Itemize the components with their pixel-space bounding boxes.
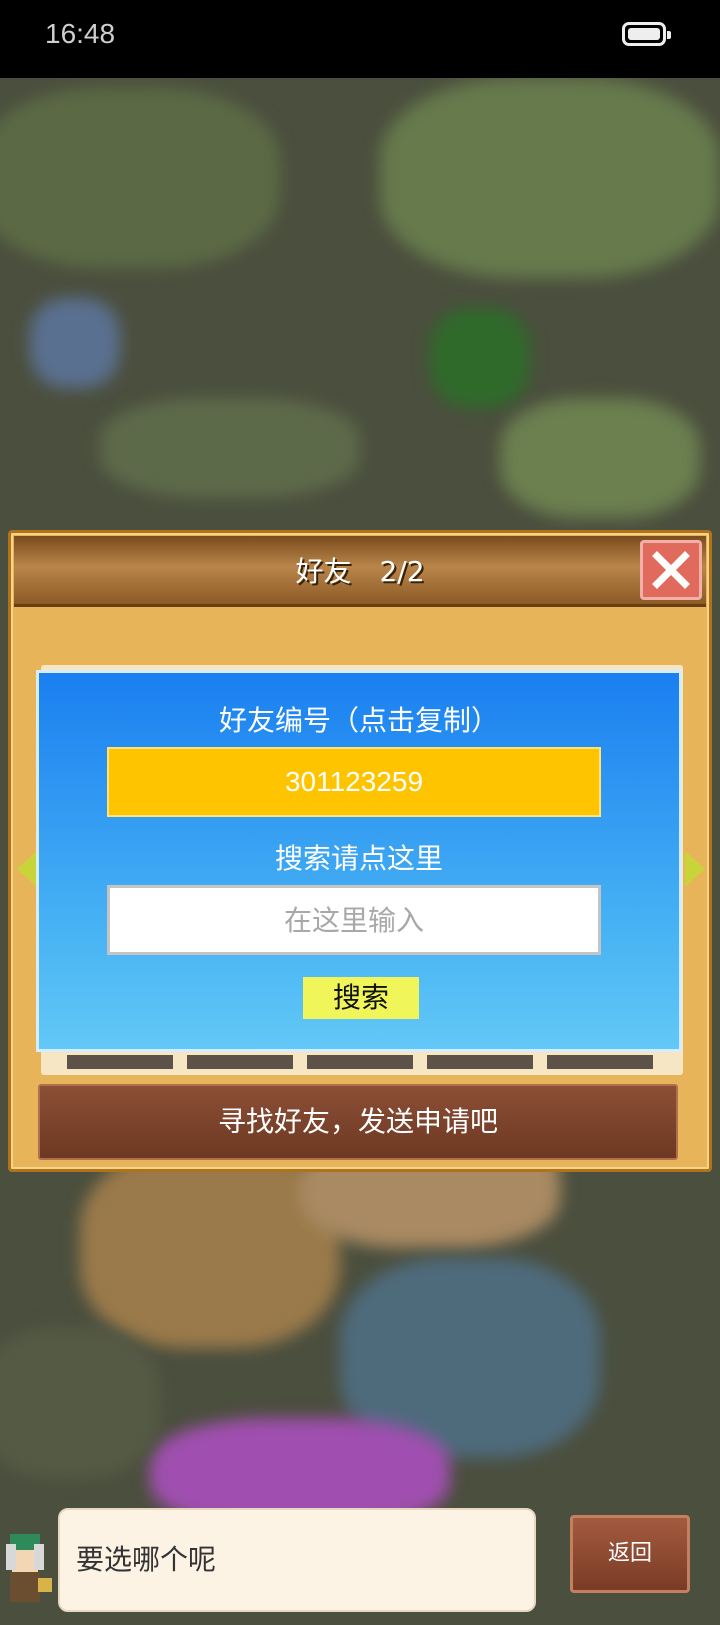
slot-bar: [67, 1055, 173, 1069]
slot-bar: [427, 1055, 533, 1069]
slot-bar: [547, 1055, 653, 1069]
next-page-arrow-icon[interactable]: [685, 851, 705, 887]
send-request-button[interactable]: 寻找好友，发送申请吧: [38, 1084, 678, 1160]
close-icon: [652, 551, 690, 589]
slot-bar: [307, 1055, 413, 1069]
dialog-title: 好友 2/2: [295, 555, 425, 588]
friend-id-copy-box[interactable]: 301123259: [107, 747, 601, 817]
close-button[interactable]: [640, 540, 702, 600]
status-time: 16:48: [45, 18, 116, 49]
avatar: [0, 1530, 56, 1610]
dialog-header: 好友 2/2: [14, 536, 706, 607]
prev-page-arrow-icon[interactable]: [17, 851, 37, 887]
back-button[interactable]: 返回: [570, 1515, 690, 1593]
friend-search-panel: 好友编号（点击复制） 301123259 搜索请点这里 搜索: [36, 670, 682, 1052]
speech-bubble: 要选哪个呢: [58, 1508, 536, 1612]
status-bar: 16:48: [0, 0, 720, 78]
battery-icon: [622, 22, 671, 46]
friend-id-label: 好友编号（点击复制）: [218, 704, 499, 737]
slot-bar: [187, 1055, 293, 1069]
search-button[interactable]: 搜索: [303, 977, 419, 1019]
search-label: 搜索请点这里: [274, 842, 443, 875]
search-input[interactable]: [107, 885, 601, 955]
